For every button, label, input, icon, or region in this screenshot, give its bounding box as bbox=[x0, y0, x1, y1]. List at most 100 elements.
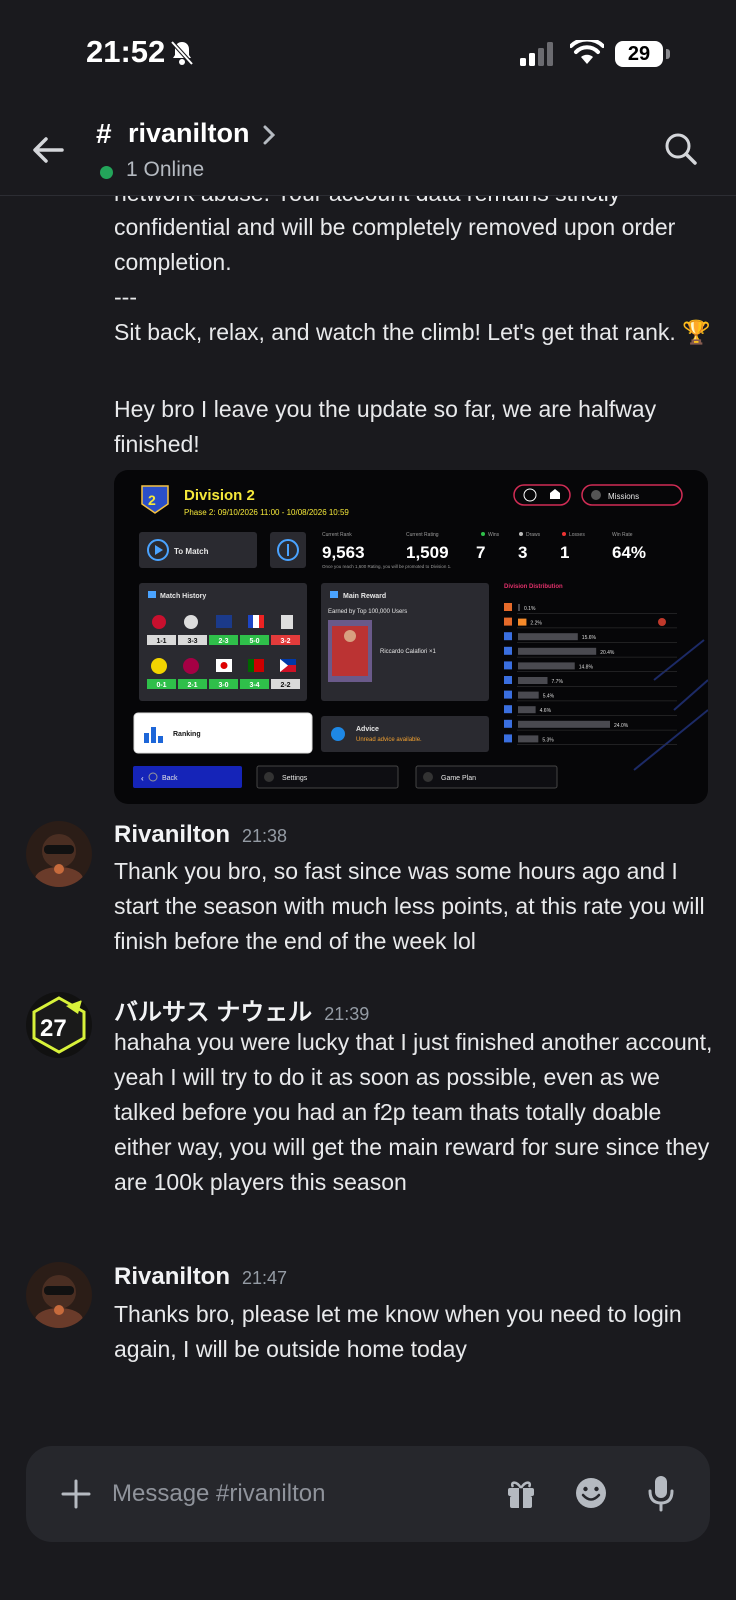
emoji-icon[interactable] bbox=[574, 1476, 608, 1510]
message-separator: --- bbox=[114, 284, 137, 310]
back-arrow-icon[interactable] bbox=[28, 130, 68, 170]
game-losses-label: Losses bbox=[569, 532, 585, 538]
status-time: 21:52 bbox=[86, 34, 166, 69]
game-plan-button: Game Plan bbox=[415, 765, 558, 789]
division-icon bbox=[504, 632, 512, 641]
distribution-divider bbox=[517, 627, 677, 629]
distribution-bar bbox=[518, 604, 520, 611]
message-composer bbox=[26, 1446, 710, 1542]
distribution-label: 2.2% bbox=[530, 621, 542, 627]
distribution-divider bbox=[517, 700, 677, 702]
message-text: Hey bro I leave you the update so far, w… bbox=[114, 396, 657, 457]
game-draws-value: 3 bbox=[518, 543, 527, 562]
message-timestamp: 21:39 bbox=[324, 1004, 370, 1024]
online-count: 1 Online bbox=[126, 158, 205, 181]
message-text: hahaha you were lucky that I just finish… bbox=[114, 1029, 713, 1195]
message-author[interactable]: Rivanilton bbox=[114, 1263, 230, 1290]
division-icon bbox=[504, 719, 512, 728]
image-attachment[interactable]: 2 Division 2 Phase 2: 09/10/2026 11:00 -… bbox=[114, 470, 708, 804]
score-chip-label: 3-4 bbox=[249, 682, 259, 689]
game-phase: Phase 2: 09/10/2026 11:00 - 10/08/2026 1… bbox=[184, 508, 349, 517]
avatar[interactable]: 27 bbox=[26, 992, 92, 1058]
game-earned-note: Earned by Top 100,000 Users bbox=[328, 609, 407, 615]
game-advice-button: Advice Unread advice available. bbox=[321, 716, 489, 752]
game-missions-label: Missions bbox=[608, 492, 639, 501]
message-input[interactable] bbox=[112, 1476, 482, 1512]
game-plan-label: Game Plan bbox=[441, 775, 476, 782]
message-timestamp: 21:38 bbox=[242, 826, 288, 846]
signal-icon bbox=[520, 42, 553, 66]
message-list[interactable]: network abuse. Your account data remains… bbox=[0, 196, 736, 1428]
avatar[interactable] bbox=[26, 821, 92, 887]
score-chip-label: 2-1 bbox=[187, 682, 197, 689]
online-status-dot bbox=[100, 166, 113, 179]
battery-level: 29 bbox=[615, 41, 663, 67]
score-chip-label: 3-2 bbox=[280, 638, 290, 645]
distribution-bar bbox=[518, 633, 578, 641]
division-icon bbox=[504, 617, 512, 626]
distribution-bar bbox=[518, 677, 548, 684]
user-position-marker bbox=[658, 618, 666, 626]
svg-text:27: 27 bbox=[40, 1015, 67, 1042]
distribution-divider bbox=[517, 715, 677, 716]
distribution-divider bbox=[517, 613, 677, 614]
game-rank-label: Current Rank bbox=[322, 532, 352, 538]
distribution-label: 5.3% bbox=[542, 737, 554, 743]
score-chip-label: 3-3 bbox=[187, 638, 197, 645]
message-text: Thank you bro, so fast since was some ho… bbox=[114, 858, 705, 954]
score-chip-label: 3-0 bbox=[218, 682, 228, 689]
message-author[interactable]: バルサス ナウェル bbox=[114, 999, 312, 1026]
distribution-label: 0.1% bbox=[524, 606, 536, 612]
game-to-match-label: To Match bbox=[174, 547, 209, 556]
game-winrate-label: Win Rate bbox=[612, 532, 633, 538]
game-scores-row-1: 1-1 3-3 2-3 5-0 3-2 bbox=[147, 635, 300, 645]
wifi-icon bbox=[570, 40, 604, 64]
game-reward-player: Riccardo Calafiori ×1 bbox=[380, 649, 437, 655]
message-text: Thanks bro, please let me know when you … bbox=[114, 1301, 682, 1362]
game-ranking-button: Ranking bbox=[133, 712, 313, 754]
game-main-reward-title: Main Reward bbox=[343, 593, 386, 600]
chevron-right-icon[interactable] bbox=[262, 124, 276, 146]
gift-icon[interactable] bbox=[504, 1476, 538, 1510]
message-author[interactable]: Rivanilton bbox=[114, 821, 230, 848]
game-ranking-label: Ranking bbox=[173, 731, 201, 738]
score-chip-label: 0-1 bbox=[156, 682, 166, 689]
distribution-divider bbox=[517, 729, 677, 731]
avatar[interactable] bbox=[26, 1262, 92, 1328]
message-header: バルサス ナウェル 21:39 bbox=[114, 992, 369, 1027]
distribution-label: 4.6% bbox=[540, 708, 552, 714]
bell-muted-icon bbox=[170, 40, 194, 66]
player-card-image bbox=[328, 620, 372, 682]
message-text: confidential and will be completely remo… bbox=[114, 214, 676, 275]
distribution-bar bbox=[518, 647, 597, 655]
game-back-button: ‹ Back bbox=[133, 766, 242, 788]
game-home-button bbox=[513, 484, 571, 506]
game-advice-sub: Unread advice available. bbox=[356, 737, 422, 743]
status-bar: 21:52 29 bbox=[0, 0, 736, 108]
division-icon bbox=[504, 734, 512, 743]
division-icon bbox=[504, 603, 512, 611]
distribution-divider bbox=[517, 686, 677, 687]
distribution-label: 5.4% bbox=[543, 694, 555, 700]
game-info-button bbox=[270, 532, 306, 568]
svg-text:‹: ‹ bbox=[141, 774, 144, 783]
channel-name[interactable]: rivanilton bbox=[128, 118, 250, 149]
message-text-cut: network abuse. Your account data remains… bbox=[114, 196, 714, 211]
distribution-bar bbox=[518, 735, 539, 743]
distribution-bar bbox=[518, 720, 610, 728]
game-back-label: Back bbox=[162, 775, 178, 782]
game-distribution-title: Division Distribution bbox=[504, 584, 563, 590]
message-text: Sit back, relax, and watch the climb! Le… bbox=[114, 319, 711, 345]
game-rating-label: Current Rating bbox=[406, 532, 439, 538]
game-missions-button: Missions bbox=[581, 484, 683, 506]
distribution-label: 14.8% bbox=[579, 664, 594, 670]
score-chip-label: 5-0 bbox=[249, 638, 259, 645]
game-to-match-button: To Match bbox=[139, 532, 257, 568]
division-icon bbox=[504, 690, 512, 699]
channel-header: # rivanilton 1 Online bbox=[0, 108, 736, 196]
distribution-label: 20.4% bbox=[600, 650, 615, 656]
division-icon bbox=[504, 676, 512, 684]
search-icon[interactable] bbox=[664, 132, 698, 166]
plus-icon[interactable] bbox=[60, 1478, 92, 1510]
microphone-icon[interactable] bbox=[644, 1474, 678, 1512]
